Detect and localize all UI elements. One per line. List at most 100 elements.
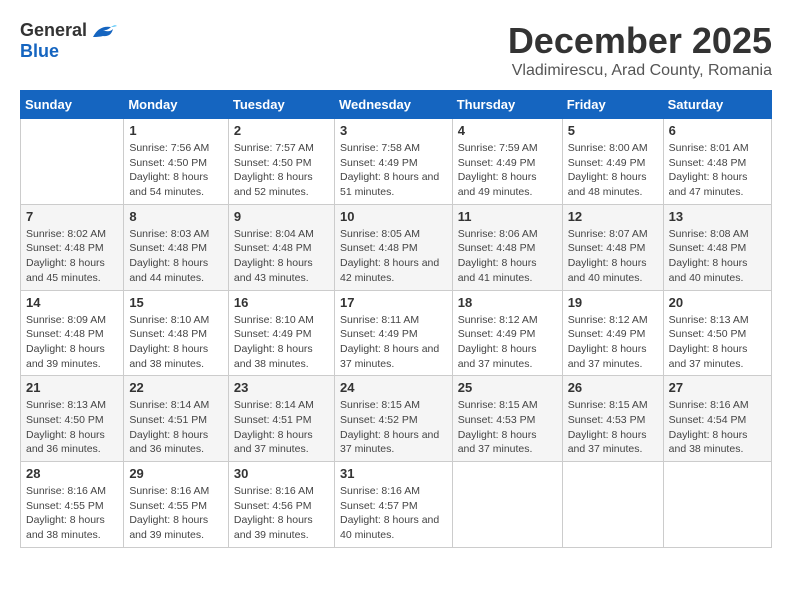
calendar-cell: 27 Sunrise: 8:16 AMSunset: 4:54 PMDayligh… [663, 376, 771, 462]
day-number: 30 [234, 466, 329, 481]
calendar-cell: 28 Sunrise: 8:16 AMSunset: 4:55 PMDayligh… [21, 462, 124, 548]
day-info: Sunrise: 8:01 AMSunset: 4:48 PMDaylight:… [669, 141, 766, 200]
calendar-cell: 4Sunrise: 7:59 AMSunset: 4:49 PMDaylight… [452, 119, 562, 205]
day-number: 18 [458, 295, 557, 310]
day-number: 15 [129, 295, 223, 310]
weekday-header-sunday: Sunday [21, 91, 124, 119]
calendar-cell: 24 Sunrise: 8:15 AMSunset: 4:52 PMDayligh… [334, 376, 452, 462]
day-number: 29 [129, 466, 223, 481]
day-number: 1 [129, 123, 223, 138]
day-info: Sunrise: 8:07 AMSunset: 4:48 PMDaylight:… [568, 227, 658, 286]
day-number: 28 [26, 466, 118, 481]
day-number: 7 [26, 209, 118, 224]
calendar-cell: 16 Sunrise: 8:10 AMSunset: 4:49 PMDayligh… [228, 290, 334, 376]
day-info: Sunrise: 8:10 AMSunset: 4:49 PMDaylight:… [234, 313, 329, 372]
day-number: 3 [340, 123, 447, 138]
day-number: 9 [234, 209, 329, 224]
day-info: Sunrise: 7:59 AMSunset: 4:49 PMDaylight:… [458, 141, 557, 200]
calendar-cell: 10 Sunrise: 8:05 AMSunset: 4:48 PMDayligh… [334, 204, 452, 290]
calendar-cell: 20 Sunrise: 8:13 AMSunset: 4:50 PMDayligh… [663, 290, 771, 376]
weekday-header-monday: Monday [124, 91, 229, 119]
day-info: Sunrise: 8:15 AMSunset: 4:52 PMDaylight:… [340, 398, 447, 457]
calendar-cell: 25 Sunrise: 8:15 AMSunset: 4:53 PMDayligh… [452, 376, 562, 462]
day-info: Sunrise: 8:10 AMSunset: 4:48 PMDaylight:… [129, 313, 223, 372]
calendar-cell [21, 119, 124, 205]
day-number: 8 [129, 209, 223, 224]
calendar-cell: 22 Sunrise: 8:14 AMSunset: 4:51 PMDayligh… [124, 376, 229, 462]
calendar-cell [452, 462, 562, 548]
day-info: Sunrise: 8:16 AMSunset: 4:55 PMDaylight:… [26, 484, 118, 543]
calendar-cell: 6Sunrise: 8:01 AMSunset: 4:48 PMDaylight… [663, 119, 771, 205]
calendar-cell: 17Sunrise: 8:11 AMSunset: 4:49 PMDayligh… [334, 290, 452, 376]
day-info: Sunrise: 8:05 AMSunset: 4:48 PMDaylight:… [340, 227, 447, 286]
calendar-cell: 7 Sunrise: 8:02 AMSunset: 4:48 PMDaylight… [21, 204, 124, 290]
day-number: 10 [340, 209, 447, 224]
calendar-cell: 29 Sunrise: 8:16 AMSunset: 4:55 PMDayligh… [124, 462, 229, 548]
day-info: Sunrise: 8:12 AMSunset: 4:49 PMDaylight:… [458, 313, 557, 372]
day-info: Sunrise: 8:06 AMSunset: 4:48 PMDaylight:… [458, 227, 557, 286]
calendar-cell [562, 462, 663, 548]
calendar-cell: 2 Sunrise: 7:57 AMSunset: 4:50 PMDaylight… [228, 119, 334, 205]
calendar-cell: 21Sunrise: 8:13 AMSunset: 4:50 PMDayligh… [21, 376, 124, 462]
day-info: Sunrise: 8:15 AMSunset: 4:53 PMDaylight:… [458, 398, 557, 457]
calendar-cell: 23 Sunrise: 8:14 AMSunset: 4:51 PMDayligh… [228, 376, 334, 462]
day-number: 25 [458, 380, 557, 395]
calendar-cell: 5 Sunrise: 8:00 AMSunset: 4:49 PMDaylight… [562, 119, 663, 205]
logo-bird-icon [89, 23, 117, 41]
day-info: Sunrise: 8:03 AMSunset: 4:48 PMDaylight:… [129, 227, 223, 286]
day-number: 22 [129, 380, 223, 395]
day-info: Sunrise: 7:58 AMSunset: 4:49 PMDaylight:… [340, 141, 447, 200]
calendar-table: SundayMondayTuesdayWednesdayThursdayFrid… [20, 90, 772, 548]
day-info: Sunrise: 8:13 AMSunset: 4:50 PMDaylight:… [669, 313, 766, 372]
calendar-cell: 15 Sunrise: 8:10 AMSunset: 4:48 PMDayligh… [124, 290, 229, 376]
day-info: Sunrise: 8:04 AMSunset: 4:48 PMDaylight:… [234, 227, 329, 286]
day-number: 24 [340, 380, 447, 395]
calendar-week-row: 7 Sunrise: 8:02 AMSunset: 4:48 PMDaylight… [21, 204, 772, 290]
calendar-cell: 26Sunrise: 8:15 AMSunset: 4:53 PMDayligh… [562, 376, 663, 462]
day-number: 20 [669, 295, 766, 310]
logo-blue-text: Blue [20, 41, 59, 61]
calendar-cell: 8 Sunrise: 8:03 AMSunset: 4:48 PMDaylight… [124, 204, 229, 290]
location-subtitle: Vladimirescu, Arad County, Romania [508, 62, 772, 80]
day-info: Sunrise: 8:13 AMSunset: 4:50 PMDaylight:… [26, 398, 118, 457]
calendar-cell: 14Sunrise: 8:09 AMSunset: 4:48 PMDayligh… [21, 290, 124, 376]
calendar-cell: 12Sunrise: 8:07 AMSunset: 4:48 PMDayligh… [562, 204, 663, 290]
calendar-week-row: 21Sunrise: 8:13 AMSunset: 4:50 PMDayligh… [21, 376, 772, 462]
day-info: Sunrise: 8:16 AMSunset: 4:55 PMDaylight:… [129, 484, 223, 543]
day-number: 5 [568, 123, 658, 138]
day-info: Sunrise: 8:00 AMSunset: 4:49 PMDaylight:… [568, 141, 658, 200]
logo: General Blue [20, 20, 117, 62]
calendar-cell: 31Sunrise: 8:16 AMSunset: 4:57 PMDayligh… [334, 462, 452, 548]
calendar-cell: 30Sunrise: 8:16 AMSunset: 4:56 PMDayligh… [228, 462, 334, 548]
day-number: 17 [340, 295, 447, 310]
day-number: 27 [669, 380, 766, 395]
calendar-cell: 13 Sunrise: 8:08 AMSunset: 4:48 PMDayligh… [663, 204, 771, 290]
weekday-header-saturday: Saturday [663, 91, 771, 119]
calendar-cell: 9 Sunrise: 8:04 AMSunset: 4:48 PMDaylight… [228, 204, 334, 290]
day-number: 11 [458, 209, 557, 224]
day-info: Sunrise: 8:14 AMSunset: 4:51 PMDaylight:… [234, 398, 329, 457]
month-title: December 2025 [508, 20, 772, 62]
day-info: Sunrise: 8:12 AMSunset: 4:49 PMDaylight:… [568, 313, 658, 372]
day-info: Sunrise: 8:14 AMSunset: 4:51 PMDaylight:… [129, 398, 223, 457]
calendar-week-row: 14Sunrise: 8:09 AMSunset: 4:48 PMDayligh… [21, 290, 772, 376]
day-number: 23 [234, 380, 329, 395]
day-info: Sunrise: 8:16 AMSunset: 4:54 PMDaylight:… [669, 398, 766, 457]
page-header: General Blue December 2025 Vladimirescu,… [20, 20, 772, 80]
day-info: Sunrise: 8:02 AMSunset: 4:48 PMDaylight:… [26, 227, 118, 286]
weekday-header-row: SundayMondayTuesdayWednesdayThursdayFrid… [21, 91, 772, 119]
day-number: 13 [669, 209, 766, 224]
weekday-header-thursday: Thursday [452, 91, 562, 119]
day-number: 19 [568, 295, 658, 310]
day-info: Sunrise: 8:08 AMSunset: 4:48 PMDaylight:… [669, 227, 766, 286]
day-number: 16 [234, 295, 329, 310]
day-number: 31 [340, 466, 447, 481]
day-info: Sunrise: 7:57 AMSunset: 4:50 PMDaylight:… [234, 141, 329, 200]
day-info: Sunrise: 8:15 AMSunset: 4:53 PMDaylight:… [568, 398, 658, 457]
calendar-cell [663, 462, 771, 548]
calendar-cell: 1Sunrise: 7:56 AMSunset: 4:50 PMDaylight… [124, 119, 229, 205]
day-number: 14 [26, 295, 118, 310]
weekday-header-wednesday: Wednesday [334, 91, 452, 119]
day-number: 2 [234, 123, 329, 138]
calendar-week-row: 1Sunrise: 7:56 AMSunset: 4:50 PMDaylight… [21, 119, 772, 205]
